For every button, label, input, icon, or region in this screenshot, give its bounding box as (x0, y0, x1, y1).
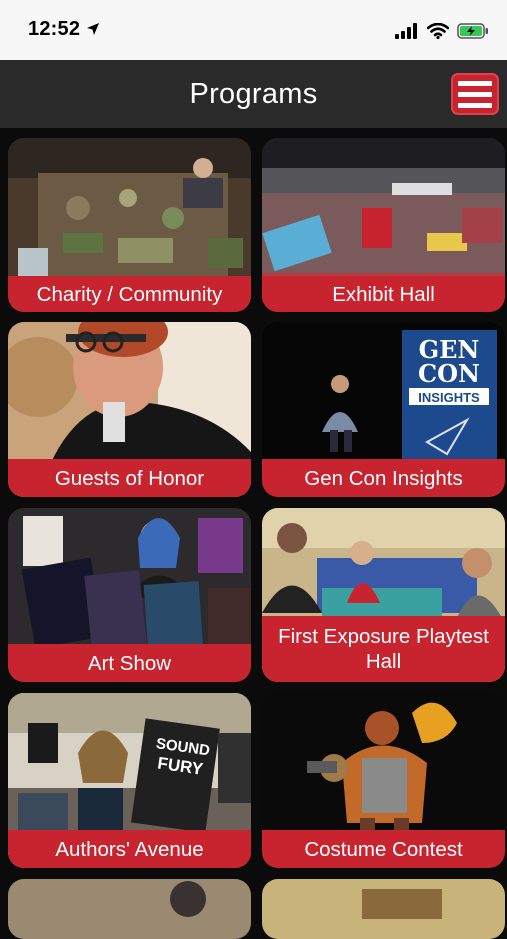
tile-label: Gen Con Insights (262, 459, 505, 497)
hamburger-icon-bar (458, 91, 492, 97)
signal-icon (395, 23, 417, 39)
program-tile-gen-con-insights[interactable]: GEN CON INSIGHTS Gen Con Insights (262, 322, 505, 497)
battery-charging-icon (457, 23, 488, 39)
tile-label: Guests of Honor (8, 459, 251, 497)
menu-button[interactable] (451, 73, 499, 115)
banner-line-3: INSIGHTS (418, 390, 480, 405)
program-tile-partial[interactable] (8, 879, 251, 939)
program-tile-guests-of-honor[interactable]: Guests of Honor (8, 322, 251, 497)
tile-label: Charity / Community (8, 276, 251, 312)
program-tile-partial[interactable] (262, 879, 505, 939)
hamburger-icon-bar (458, 102, 492, 108)
program-tile-art-show[interactable]: Art Show (8, 508, 251, 682)
status-time: 12:52 (28, 18, 81, 40)
hamburger-icon-bar (458, 80, 492, 86)
photo-partial (262, 879, 505, 939)
status-bar: 12:52 (0, 0, 507, 60)
program-tile-exhibit-hall[interactable]: Exhibit Hall (262, 138, 505, 312)
nav-bar: Programs (0, 60, 507, 128)
tile-label: Authors' Avenue (8, 830, 251, 868)
tile-label: Costume Contest (262, 830, 505, 868)
location-arrow-icon (87, 23, 99, 35)
wifi-icon (427, 23, 449, 39)
program-tile-costume-contest[interactable]: Costume Contest (262, 693, 505, 868)
program-tile-authors-avenue[interactable]: SOUND FURY Authors' Avenue (8, 693, 251, 868)
tile-label: First Exposure Playtest Hall (262, 616, 505, 682)
banner-line-2: CON (418, 359, 480, 388)
page-title: Programs (189, 78, 318, 110)
tile-label: Exhibit Hall (262, 276, 505, 312)
photo-partial (8, 879, 251, 939)
program-tile-charity-community[interactable]: Charity / Community (8, 138, 251, 312)
program-tile-first-exposure-playtest-hall[interactable]: First Exposure Playtest Hall (262, 508, 505, 682)
status-indicators (395, 22, 489, 40)
tile-label: Art Show (8, 644, 251, 682)
